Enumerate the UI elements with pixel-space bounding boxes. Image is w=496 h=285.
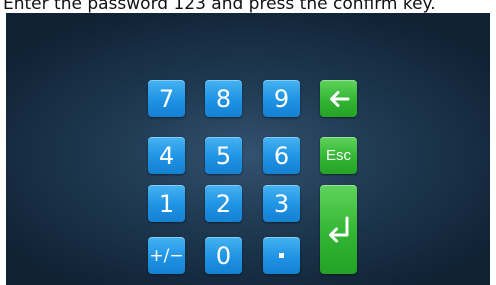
enter-return-icon (328, 216, 348, 242)
key-6[interactable]: 6 (263, 137, 300, 174)
decimal-point-button[interactable] (263, 237, 300, 274)
key-7[interactable]: 7 (148, 80, 185, 117)
key-4[interactable]: 4 (148, 137, 185, 174)
key-2[interactable]: 2 (205, 185, 242, 222)
key-3[interactable]: 3 (263, 185, 300, 222)
enter-button[interactable] (320, 185, 357, 274)
backspace-button[interactable] (320, 80, 357, 117)
plus-minus-button[interactable]: +/− (148, 237, 185, 274)
key-5[interactable]: 5 (205, 137, 242, 174)
esc-button[interactable]: Esc (320, 137, 357, 174)
key-8[interactable]: 8 (205, 80, 242, 117)
keypad-panel: 7 8 9 4 5 6 Esc 1 2 3 +/− 0 (6, 13, 490, 285)
key-1[interactable]: 1 (148, 185, 185, 222)
key-9[interactable]: 9 (263, 80, 300, 117)
dot-icon (279, 253, 284, 258)
esc-label: Esc (325, 147, 351, 164)
key-0[interactable]: 0 (205, 237, 242, 274)
left-arrow-icon (329, 90, 349, 107)
